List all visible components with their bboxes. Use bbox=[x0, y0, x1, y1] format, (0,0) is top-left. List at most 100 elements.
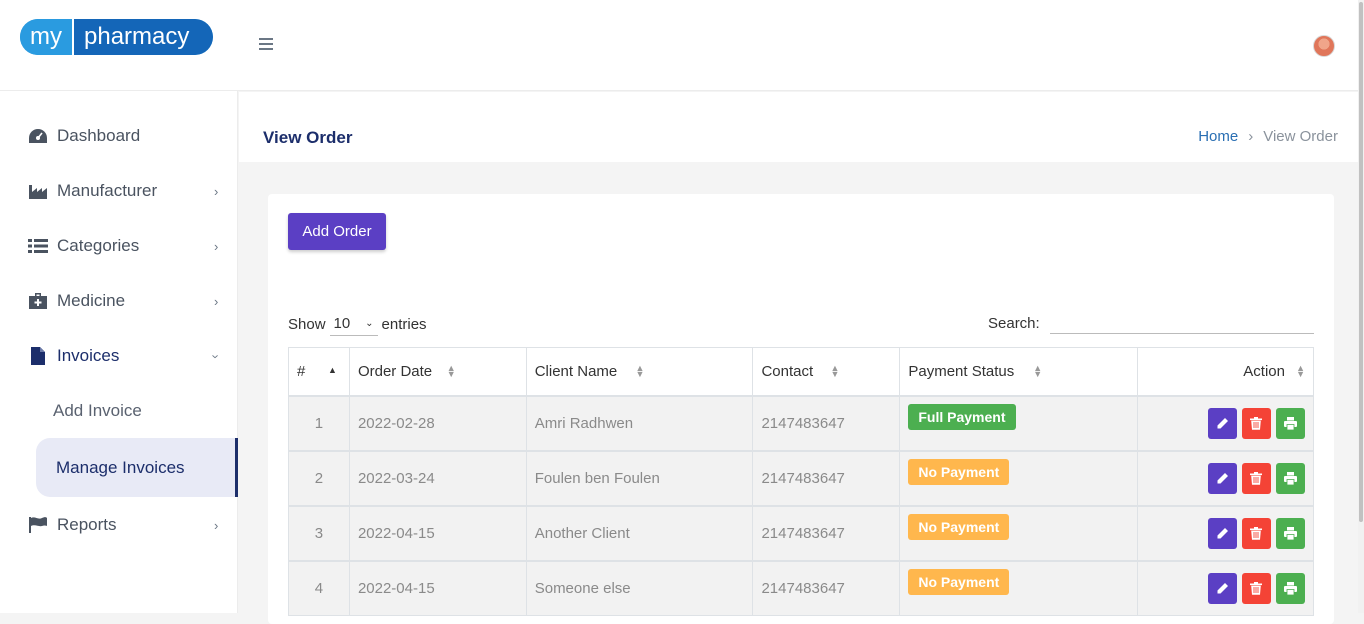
sidebar-item-label: Dashboard bbox=[57, 126, 141, 145]
trash-icon bbox=[1249, 581, 1262, 595]
sidebar-item-label: Reports bbox=[57, 515, 117, 534]
cell-client-name: Amri Radhwen bbox=[525, 394, 754, 451]
breadcrumb-home-link[interactable]: Home bbox=[1198, 128, 1238, 145]
edit-button[interactable] bbox=[1207, 462, 1237, 494]
scrollbar-thumb[interactable] bbox=[1359, 2, 1363, 522]
add-order-button[interactable]: Add Order bbox=[288, 213, 386, 250]
entries-select-value: 10 bbox=[333, 315, 351, 332]
menu-toggle-icon[interactable] bbox=[259, 38, 273, 50]
chevron-right-icon: › bbox=[214, 517, 219, 533]
breadcrumb-current: View Order bbox=[1263, 128, 1338, 145]
sort-icon: ▲ ▼ bbox=[635, 363, 645, 379]
print-button[interactable] bbox=[1276, 517, 1305, 549]
entries-select[interactable]: 10 ⌄ bbox=[329, 312, 378, 336]
page-header: View Order Home › View Order bbox=[239, 92, 1358, 162]
breadcrumb: Home › View Order bbox=[1198, 128, 1338, 145]
pencil-icon bbox=[1217, 417, 1228, 428]
page-title: View Order bbox=[263, 128, 353, 147]
status-badge: Full Payment bbox=[908, 404, 1016, 430]
pencil-icon bbox=[1217, 527, 1228, 538]
flag-icon bbox=[28, 515, 48, 535]
table-row: 1 2022-02-28 Amri Radhwen 2147483647 Ful… bbox=[288, 394, 1314, 451]
breadcrumb-separator-icon: › bbox=[1248, 128, 1254, 145]
show-label: Show bbox=[288, 315, 326, 333]
sort-asc-icon: ▲ bbox=[328, 365, 337, 375]
sidebar-item-invoices[interactable]: Invoices › bbox=[0, 336, 238, 376]
sidebar: Dashboard Manufacturer › Categories › Me… bbox=[0, 91, 238, 613]
orders-card: Add Order Show 10 ⌄ entries Search: # ▲ O… bbox=[268, 194, 1334, 624]
delete-button[interactable] bbox=[1241, 407, 1271, 439]
column-header-order-date[interactable]: Order Date ▲ ▼ bbox=[348, 347, 527, 396]
logo-pharmacy: pharmacy bbox=[72, 19, 213, 55]
app-logo[interactable]: my pharmacy bbox=[20, 19, 213, 55]
printer-icon bbox=[1284, 416, 1297, 430]
sidebar-item-dashboard[interactable]: Dashboard bbox=[0, 116, 238, 156]
top-header: my pharmacy bbox=[0, 0, 1358, 91]
cell-index: 3 bbox=[288, 504, 350, 561]
entries-label: entries bbox=[381, 315, 427, 333]
search-label: Search: bbox=[988, 314, 1040, 332]
sidebar-item-label: Invoices bbox=[57, 346, 120, 365]
table-row: 3 2022-04-15 Another Client 2147483647 N… bbox=[288, 504, 1314, 561]
print-button[interactable] bbox=[1276, 407, 1305, 439]
cell-contact: 2147483647 bbox=[752, 394, 901, 451]
sidebar-item-categories[interactable]: Categories › bbox=[0, 226, 238, 266]
cell-client-name: Another Client bbox=[525, 504, 754, 561]
table-row: 4 2022-04-15 Someone else 2147483647 No … bbox=[288, 559, 1314, 616]
edit-button[interactable] bbox=[1207, 572, 1237, 604]
print-button[interactable] bbox=[1276, 462, 1305, 494]
delete-button[interactable] bbox=[1241, 572, 1271, 604]
entries-length-control: Show 10 ⌄ entries bbox=[288, 312, 427, 336]
printer-icon bbox=[1284, 581, 1297, 595]
column-header-index[interactable]: # ▲ bbox=[288, 347, 350, 396]
cell-index: 1 bbox=[288, 394, 350, 451]
sidebar-item-medicine[interactable]: Medicine › bbox=[0, 281, 238, 321]
edit-button[interactable] bbox=[1207, 517, 1237, 549]
cell-order-date: 2022-04-15 bbox=[348, 559, 527, 616]
cell-contact: 2147483647 bbox=[752, 504, 901, 561]
column-header-action[interactable]: Action ▲ ▼ bbox=[1137, 347, 1314, 396]
cell-payment-status: No Payment bbox=[899, 449, 1139, 506]
user-avatar[interactable] bbox=[1313, 35, 1335, 57]
delete-button[interactable] bbox=[1241, 462, 1271, 494]
cell-payment-status: No Payment bbox=[899, 504, 1139, 561]
print-button[interactable] bbox=[1276, 572, 1305, 604]
cell-order-date: 2022-02-28 bbox=[348, 394, 527, 451]
sort-icon: ▲ ▼ bbox=[1033, 363, 1043, 379]
sidebar-item-label: Medicine bbox=[57, 291, 126, 310]
cell-client-name: Foulen ben Foulen bbox=[525, 449, 754, 506]
page-scrollbar[interactable] bbox=[1358, 0, 1364, 613]
cell-actions bbox=[1137, 559, 1314, 616]
chevron-down-icon: › bbox=[208, 353, 224, 359]
printer-icon bbox=[1284, 471, 1297, 485]
cell-payment-status: No Payment bbox=[899, 559, 1139, 616]
cell-contact: 2147483647 bbox=[752, 449, 901, 506]
column-header-contact[interactable]: Contact ▲ ▼ bbox=[752, 347, 901, 396]
column-header-client-name[interactable]: Client Name ▲ ▼ bbox=[525, 347, 754, 396]
sidebar-subitem-label: Add Invoice bbox=[53, 400, 142, 420]
chevron-right-icon: › bbox=[214, 293, 219, 309]
sidebar-item-label: Manufacturer bbox=[57, 181, 158, 200]
sidebar-subitem-manage-invoices[interactable]: Manage Invoices bbox=[36, 438, 238, 497]
orders-table: # ▲ Order Date ▲ ▼ Client Name ▲ ▼ Contact ▲ ▼ … bbox=[288, 347, 1314, 616]
logo-my: my bbox=[20, 19, 72, 55]
cell-payment-status: Full Payment bbox=[899, 394, 1139, 451]
sidebar-item-reports[interactable]: Reports › bbox=[0, 505, 238, 545]
sidebar-item-manufacturer[interactable]: Manufacturer › bbox=[0, 171, 238, 211]
cell-order-date: 2022-03-24 bbox=[348, 449, 527, 506]
trash-icon bbox=[1249, 526, 1262, 540]
chevron-down-icon: ⌄ bbox=[365, 318, 374, 329]
printer-icon bbox=[1284, 526, 1297, 540]
chevron-right-icon: › bbox=[214, 238, 219, 254]
cell-order-date: 2022-04-15 bbox=[348, 504, 527, 561]
sidebar-subitem-label: Manage Invoices bbox=[56, 457, 185, 477]
cell-actions bbox=[1137, 394, 1314, 451]
sidebar-subitem-add-invoice[interactable]: Add Invoice bbox=[36, 381, 238, 440]
column-header-payment-status[interactable]: Payment Status ▲ ▼ bbox=[899, 347, 1139, 396]
sort-icon: ▲ ▼ bbox=[1296, 363, 1305, 379]
sidebar-item-label: Categories bbox=[57, 236, 140, 255]
search-input[interactable] bbox=[1049, 312, 1314, 334]
edit-button[interactable] bbox=[1207, 407, 1237, 439]
delete-button[interactable] bbox=[1241, 517, 1271, 549]
trash-icon bbox=[1249, 416, 1262, 430]
